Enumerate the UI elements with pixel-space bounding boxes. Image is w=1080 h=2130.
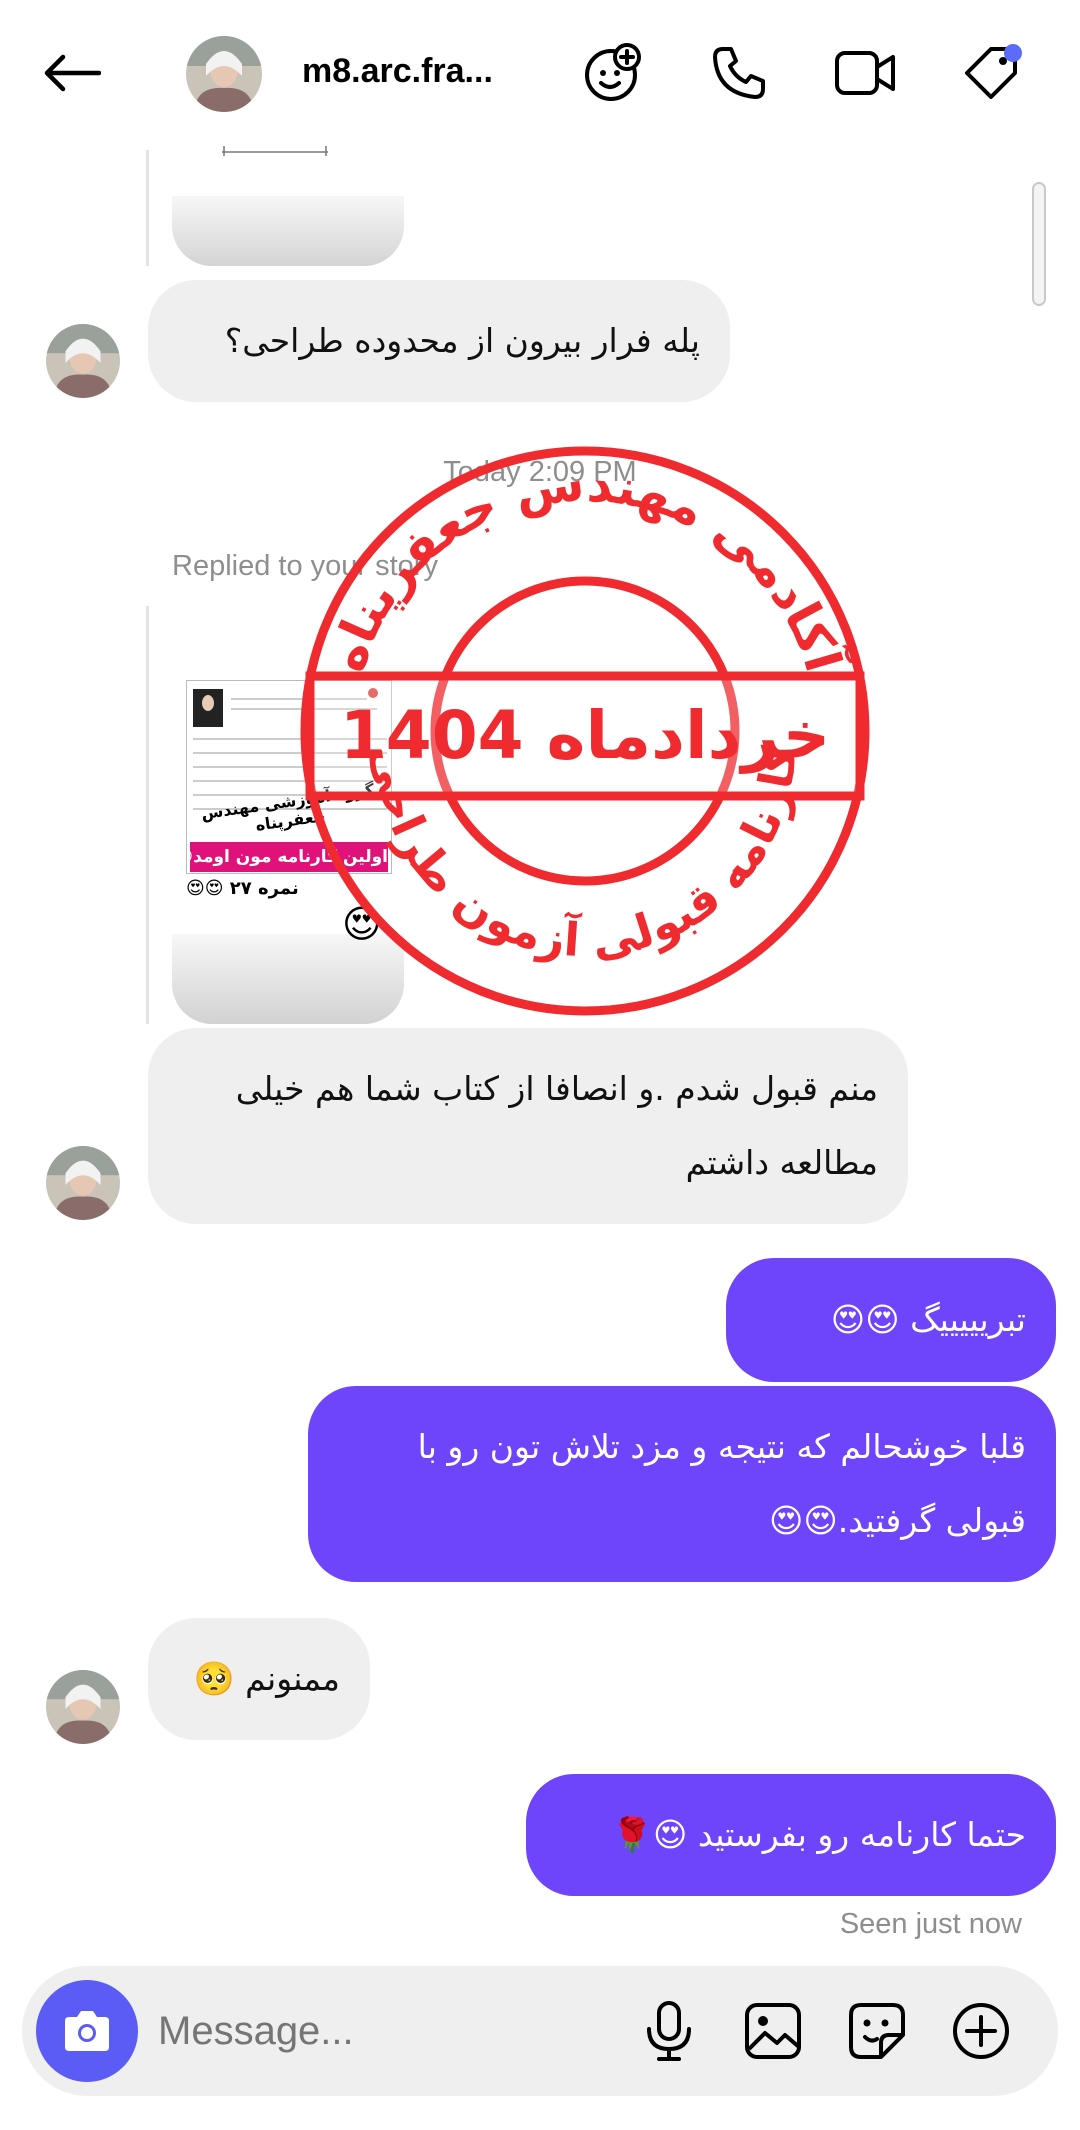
sticker-icon[interactable]	[842, 1996, 912, 2066]
chat-header: m8.arc.fra...	[0, 0, 1080, 150]
video-camera-icon[interactable]	[830, 38, 900, 108]
message-bubble-outgoing[interactable]: تبریییییگ 😍😍	[726, 1258, 1056, 1382]
microphone-icon[interactable]	[634, 1996, 704, 2066]
tag-icon[interactable]	[956, 38, 1026, 108]
message-bubble-incoming[interactable]: ممنونم 🥺	[148, 1618, 370, 1740]
story-scribble	[222, 146, 328, 156]
contact-username[interactable]: m8.arc.fra...	[302, 52, 493, 91]
plus-icon[interactable]	[946, 1996, 1016, 2066]
message-bubble-outgoing[interactable]: حتما کارنامه رو بفرستید 😍🌹	[526, 1774, 1056, 1896]
scrollbar[interactable]	[1032, 182, 1046, 306]
message-bubble-incoming[interactable]: منم قبول شدم .و انصافا از کتاب شما هم خی…	[148, 1028, 908, 1224]
effects-icon[interactable]	[578, 38, 648, 108]
sender-avatar[interactable]	[46, 324, 120, 398]
story-preview-card[interactable]	[172, 196, 404, 266]
message-input[interactable]	[158, 2000, 638, 2062]
back-arrow-icon[interactable]	[36, 38, 106, 108]
message-composer	[22, 1966, 1058, 2096]
message-bubble-incoming[interactable]: پله فرار بیرون از محدوده طراحی؟	[148, 280, 730, 402]
watermark-stamp: آکادمی مهندس جعفرپناه خردادماه 1404 کارن…	[300, 446, 870, 1016]
svg-text:آکادمی مهندس جعفرپناه: آکادمی مهندس جعفرپناه	[318, 453, 855, 680]
phone-icon[interactable]	[704, 38, 774, 108]
sender-avatar[interactable]	[46, 1146, 120, 1220]
gallery-icon[interactable]	[738, 1996, 808, 2066]
notification-dot	[1004, 44, 1022, 62]
seen-status: Seen just now	[839, 1908, 1022, 1940]
contact-avatar[interactable]	[186, 36, 262, 112]
sender-avatar[interactable]	[46, 1670, 120, 1744]
camera-icon	[65, 2011, 109, 2051]
stamp-top-text: آکادمی مهندس جعفرپناه	[318, 453, 855, 680]
camera-button[interactable]	[36, 1980, 138, 2082]
message-bubble-outgoing[interactable]: قلبا خوشحالم که نتیجه و مزد تلاش تون رو …	[308, 1386, 1056, 1582]
story-reply-line	[146, 606, 149, 1024]
story-reply-line	[146, 150, 149, 266]
